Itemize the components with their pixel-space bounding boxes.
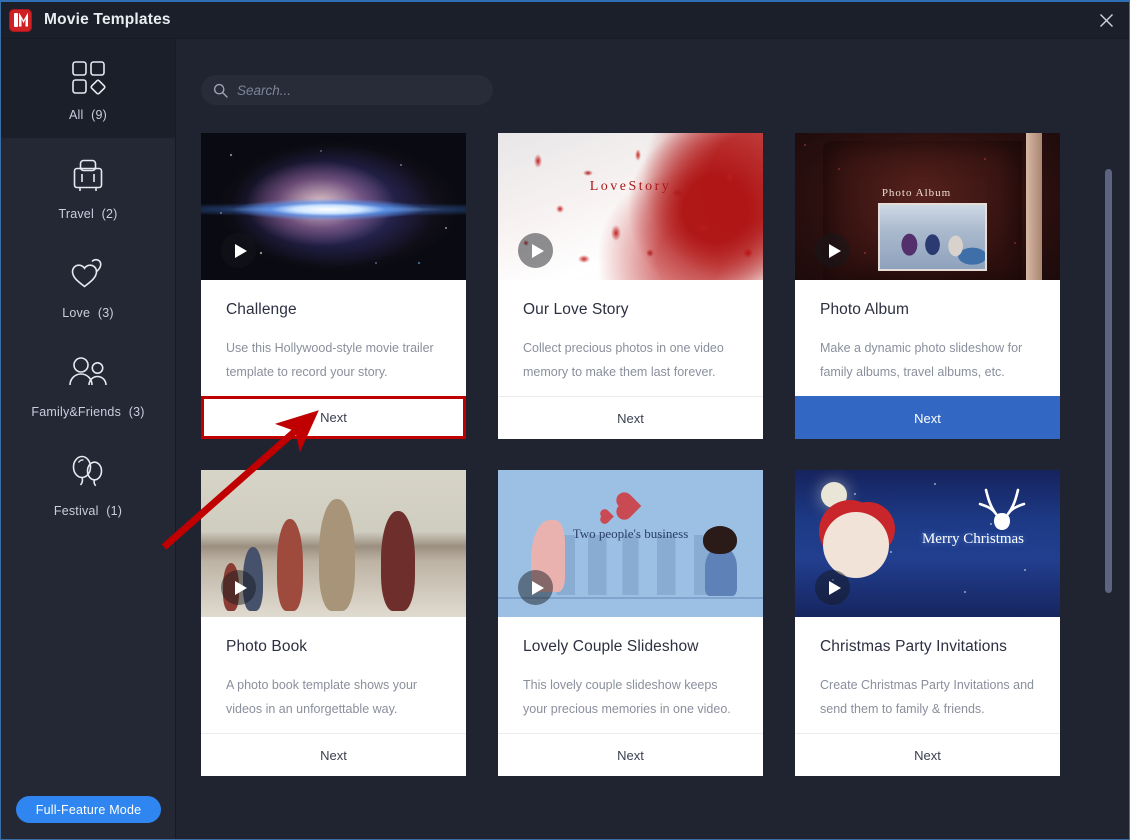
sidebar-label-text: Family&Friends [31, 404, 122, 419]
photo-album-next-button[interactable]: Next [795, 396, 1060, 439]
template-title: Challenge [226, 301, 297, 318]
sidebar-item-travel[interactable]: Travel (2) [1, 138, 175, 237]
template-card-body: Christmas Party Invitations Create Chris… [795, 617, 1060, 733]
thumbnail-caption: LoveStory [589, 179, 672, 194]
template-title: Christmas Party Invitations [820, 638, 1008, 655]
template-card-body: Photo Album Make a dynamic photo slidesh… [795, 280, 1060, 396]
template-title: Lovely Couple Slideshow [523, 638, 699, 655]
sidebar-item-label: All (9) [69, 108, 107, 122]
our-love-story-next-button[interactable]: Next [498, 396, 763, 439]
titlebar: Movie Templates [1, 2, 1129, 39]
template-card-our-love-story[interactable]: LoveStory Our Love Story Collect preciou… [498, 133, 763, 439]
play-icon[interactable] [815, 233, 850, 268]
template-card-photo-album[interactable]: Photo Album Photo Album Make a dynamic p… [795, 133, 1060, 439]
sidebar-item-label: Family&Friends (3) [31, 405, 144, 419]
people-icon [66, 353, 110, 395]
template-grid: Challenge Use this Hollywood-style movie… [201, 133, 1091, 776]
app-logo-icon [9, 8, 32, 32]
template-title: Photo Album [820, 301, 909, 318]
template-card-body: Photo Book A photo book template shows y… [201, 617, 466, 733]
sidebar-item-family-friends[interactable]: Family&Friends (3) [1, 336, 175, 435]
template-card-body: Lovely Couple Slideshow This lovely coup… [498, 617, 763, 733]
photo-book-next-button[interactable]: Next [201, 733, 466, 776]
template-description: A photo book template shows your videos … [226, 678, 418, 716]
body: All (9) Travel (2) Love (3) Family&Frien… [1, 39, 1129, 839]
template-card-body: Challenge Use this Hollywood-style movie… [201, 280, 466, 396]
scrollbar-track[interactable] [1105, 75, 1112, 798]
thumbnail-caption: Photo Album [881, 187, 952, 199]
play-icon[interactable] [221, 233, 256, 268]
template-thumbnail-lovely-couple-slideshow: Two people's business [498, 470, 763, 617]
template-description: Collect precious photos in one video mem… [523, 341, 724, 379]
sidebar-label-count: (9) [91, 107, 108, 122]
sidebar-label-text: All [68, 107, 84, 122]
sidebar-item-label: Love (3) [62, 306, 113, 320]
scrollbar-thumb[interactable] [1105, 169, 1112, 593]
sidebar-label-count: (3) [128, 404, 145, 419]
template-description: Make a dynamic photo slideshow for famil… [820, 341, 1023, 379]
sidebar: All (9) Travel (2) Love (3) Family&Frien… [1, 39, 176, 839]
search-input[interactable] [237, 82, 481, 98]
template-thumbnail-photo-album: Photo Album [795, 133, 1060, 280]
search-icon [213, 83, 228, 98]
window-title: Movie Templates [44, 11, 171, 28]
hearts-icon [67, 254, 109, 296]
lovely-couple-slideshow-next-button[interactable]: Next [498, 733, 763, 776]
full-feature-mode-button[interactable]: Full-Feature Mode [16, 796, 161, 823]
close-icon[interactable] [1083, 2, 1129, 38]
template-card-body: Our Love Story Collect precious photos i… [498, 280, 763, 396]
template-card-lovely-couple-slideshow[interactable]: Two people's business Lovely Couple Slid… [498, 470, 763, 776]
sidebar-label-text: Love [62, 305, 91, 320]
template-card-christmas-party-invitations[interactable]: Merry Christmas Christmas Party Invitati… [795, 470, 1060, 776]
sidebar-item-all[interactable]: All (9) [1, 39, 175, 138]
template-description: Use this Hollywood-style movie trailer t… [226, 341, 434, 379]
sidebar-label-count: (3) [97, 305, 114, 320]
main-content: Challenge Use this Hollywood-style movie… [176, 39, 1129, 839]
template-description: Create Christmas Party Invitations and s… [820, 678, 1034, 716]
sidebar-item-label: Festival (1) [54, 504, 122, 518]
balloons-icon [67, 452, 109, 494]
movie-templates-window: Movie Templates All (9) Travel (2) Love … [0, 0, 1130, 840]
template-card-challenge[interactable]: Challenge Use this Hollywood-style movie… [201, 133, 466, 439]
template-card-photo-book[interactable]: Photo Book A photo book template shows y… [201, 470, 466, 776]
template-thumbnail-our-love-story: LoveStory [498, 133, 763, 280]
christmas-party-invitations-next-button[interactable]: Next [795, 733, 1060, 776]
sidebar-item-love[interactable]: Love (3) [1, 237, 175, 336]
play-icon[interactable] [518, 570, 553, 605]
sidebar-item-festival[interactable]: Festival (1) [1, 435, 175, 534]
sidebar-label-text: Travel [58, 206, 94, 221]
template-title: Our Love Story [523, 301, 629, 318]
template-thumbnail-photo-book [201, 470, 466, 617]
grid-icon [68, 56, 108, 98]
play-icon[interactable] [518, 233, 553, 268]
play-icon[interactable] [221, 570, 256, 605]
sidebar-label-count: (2) [101, 206, 118, 221]
challenge-next-button[interactable]: Next [201, 396, 466, 439]
search-bar[interactable] [201, 75, 493, 105]
thumbnail-caption: Merry Christmas [921, 531, 1025, 547]
template-title: Photo Book [226, 638, 308, 655]
template-description: This lovely couple slideshow keeps your … [523, 678, 731, 716]
sidebar-item-label: Travel (2) [58, 207, 117, 221]
thumbnail-caption: Two people's business [572, 526, 689, 541]
play-icon[interactable] [815, 570, 850, 605]
suitcase-icon [68, 155, 108, 197]
template-thumbnail-christmas-party-invitations: Merry Christmas [795, 470, 1060, 617]
reindeer-icon [976, 484, 1026, 530]
sidebar-label-text: Festival [53, 503, 99, 518]
sidebar-label-count: (1) [106, 503, 123, 518]
template-thumbnail-challenge [201, 133, 466, 280]
